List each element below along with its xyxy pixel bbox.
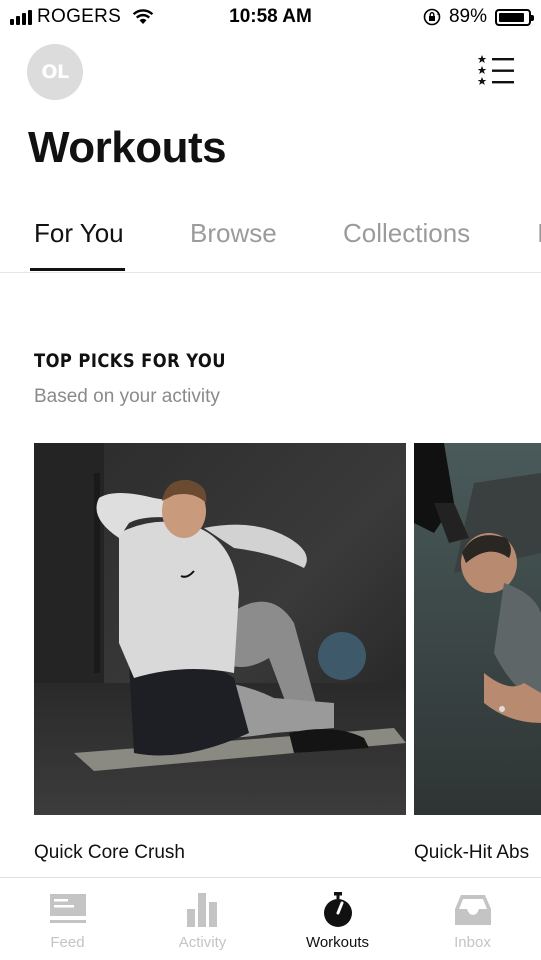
tabbar-item-workouts[interactable]: Workouts	[270, 878, 405, 960]
tab-for-you[interactable]: For You	[34, 218, 124, 249]
bottom-tab-bar: Feed Activity Workouts Inbox	[0, 877, 541, 960]
status-bar: ROGERS 10:58 AM 89%	[0, 0, 541, 36]
status-right: 89%	[423, 6, 534, 28]
inbox-tray-icon	[453, 892, 493, 928]
tab-browse[interactable]: Browse	[190, 218, 277, 249]
workout-card-quick-hit-abs[interactable]	[414, 443, 541, 815]
tab-collections[interactable]: Collections	[343, 218, 470, 249]
tab-more[interactable]: I	[537, 218, 541, 249]
battery-fill	[499, 12, 524, 22]
active-tab-indicator	[30, 268, 125, 271]
tabbar-item-feed[interactable]: Feed	[0, 878, 135, 960]
stopwatch-icon	[318, 892, 358, 928]
battery-percent: 89%	[448, 6, 487, 27]
tabbar-label: Workouts	[305, 934, 370, 951]
card-title[interactable]: Quick-Hit Abs	[414, 842, 529, 864]
card-title[interactable]: Quick Core Crush	[34, 842, 185, 864]
tabbar-label: Activity	[178, 934, 227, 951]
section-title: TOP PICKS FOR YOU	[34, 350, 226, 372]
tabbar-item-inbox[interactable]: Inbox	[405, 878, 540, 960]
tabbar-item-activity[interactable]: Activity	[135, 878, 270, 960]
feed-icon	[48, 892, 88, 928]
activity-bars-icon	[183, 892, 223, 928]
workout-photo	[34, 443, 406, 815]
starred-list-icon	[477, 55, 514, 85]
tab-bar-top: For You Browse Collections I	[0, 210, 541, 273]
battery-icon	[495, 8, 534, 26]
workout-card-quick-core-crush[interactable]	[34, 443, 406, 815]
menu-button[interactable]	[476, 54, 518, 88]
workout-photo	[414, 443, 541, 815]
tabbar-label: Feed	[50, 934, 85, 951]
tabbar-label: Inbox	[454, 934, 491, 951]
page-title: Workouts	[28, 123, 227, 172]
section-subtitle: Based on your activity	[34, 386, 220, 407]
rotation-lock-icon	[423, 8, 441, 26]
avatar[interactable]: OL	[27, 44, 83, 100]
